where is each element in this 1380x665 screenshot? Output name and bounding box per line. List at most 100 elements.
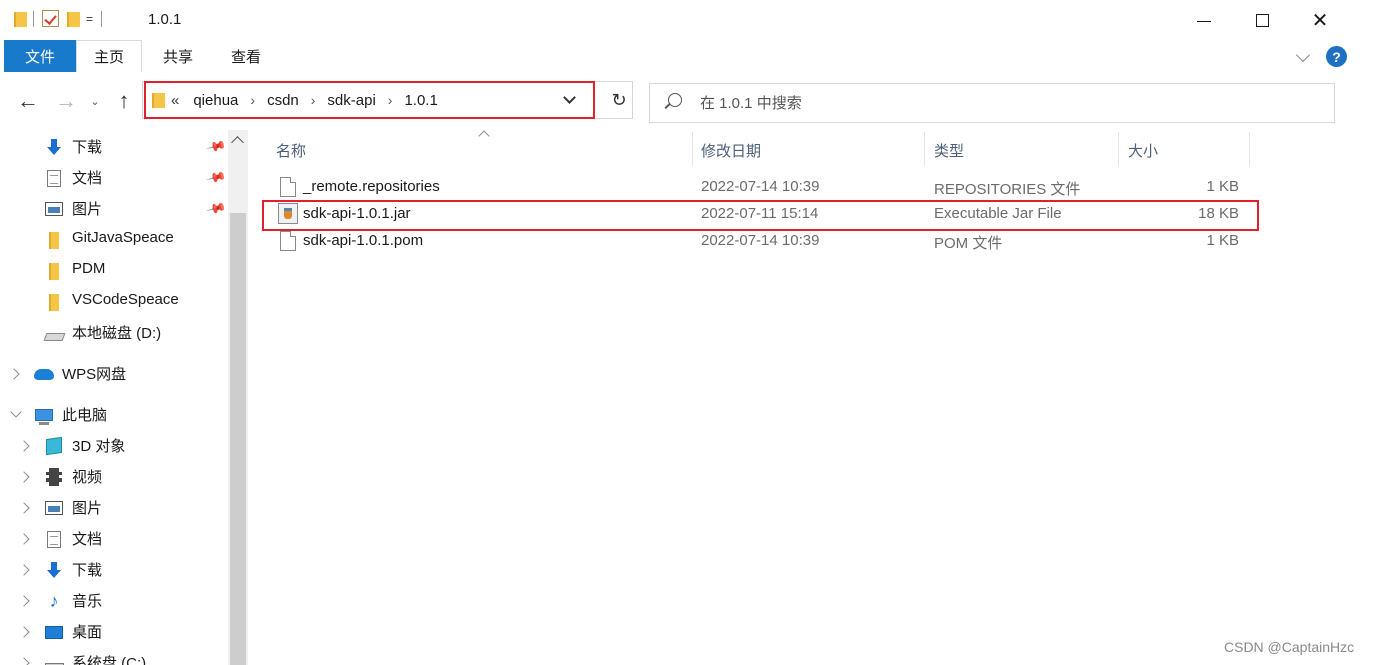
sidebar-item-pictures-pc[interactable]: 图片 bbox=[0, 492, 228, 523]
up-button[interactable]: ↑ bbox=[110, 88, 138, 113]
sidebar-item-pdm[interactable]: PDM bbox=[0, 255, 228, 286]
minimize-icon bbox=[1197, 20, 1211, 22]
sidebar-item-this-pc[interactable]: 此电脑 bbox=[0, 399, 228, 430]
column-divider[interactable] bbox=[924, 132, 925, 166]
quick-access-toolbar: = bbox=[14, 10, 103, 27]
file-modified: 2022-07-14 10:39 bbox=[701, 232, 820, 249]
sidebar-item-vscodespeace[interactable]: VSCodeSpeace bbox=[0, 286, 228, 317]
close-icon: ✕ bbox=[1311, 9, 1329, 32]
folder-icon bbox=[152, 92, 165, 108]
breadcrumb-separator-icon[interactable]: › bbox=[378, 92, 403, 108]
sidebar-item-pictures[interactable]: 图片 📌 bbox=[0, 193, 228, 224]
properties-icon[interactable] bbox=[42, 10, 59, 27]
address-bar[interactable]: « qiehua › csdn › sdk-api › 1.0.1 ↻ bbox=[142, 81, 633, 119]
scroll-up-arrow-icon[interactable] bbox=[231, 136, 244, 149]
breadcrumb-item[interactable]: 1.0.1 bbox=[402, 92, 439, 109]
file-size: 18 KB bbox=[1198, 205, 1239, 222]
refresh-button[interactable]: ↻ bbox=[605, 87, 633, 113]
file-row[interactable]: sdk-api-1.0.1.pom 2022-07-14 10:39 POM 文… bbox=[268, 228, 1258, 255]
chevron-right-icon[interactable] bbox=[18, 533, 30, 545]
pin-icon[interactable]: 📌 bbox=[205, 198, 228, 220]
sort-ascending-icon bbox=[478, 130, 490, 142]
sidebar-item-local-disk-d[interactable]: 本地磁盘 (D:) bbox=[0, 317, 228, 348]
file-type: Executable Jar File bbox=[934, 205, 1062, 222]
column-header-size[interactable]: 大小 bbox=[1128, 140, 1158, 160]
chevron-right-icon[interactable] bbox=[18, 502, 30, 514]
navigation-pane-scrollbar[interactable] bbox=[228, 130, 248, 665]
column-divider[interactable] bbox=[1118, 132, 1119, 166]
sidebar-item-videos[interactable]: 视频 bbox=[0, 461, 228, 492]
pin-icon[interactable]: 📌 bbox=[205, 136, 228, 158]
folder-icon bbox=[44, 292, 64, 312]
sidebar-item-label: 视频 bbox=[72, 469, 103, 486]
recent-locations-button[interactable]: ⌄ bbox=[86, 89, 104, 113]
column-header-modified[interactable]: 修改日期 bbox=[701, 140, 761, 160]
chevron-right-icon[interactable] bbox=[18, 440, 30, 452]
sidebar-item-wps-cloud[interactable]: WPS网盘 bbox=[0, 358, 228, 389]
file-row[interactable]: _remote.repositories 2022-07-14 10:39 RE… bbox=[268, 174, 1258, 201]
minimize-button[interactable] bbox=[1175, 0, 1233, 40]
sidebar-item-gitjavaspeace[interactable]: GitJavaSpeace bbox=[0, 224, 228, 255]
sidebar-item-music[interactable]: ♪ 音乐 bbox=[0, 585, 228, 616]
sidebar-item-label: 本地磁盘 (D:) bbox=[72, 325, 162, 342]
breadcrumb-overflow[interactable]: « bbox=[171, 92, 179, 109]
file-modified: 2022-07-14 10:39 bbox=[701, 178, 820, 195]
scrollbar-thumb[interactable] bbox=[230, 213, 246, 665]
new-folder-icon[interactable] bbox=[67, 11, 80, 27]
breadcrumb-separator-icon[interactable]: › bbox=[301, 92, 326, 108]
tab-file[interactable]: 文件 bbox=[4, 40, 76, 72]
maximize-button[interactable] bbox=[1233, 0, 1291, 40]
sidebar-item-downloads[interactable]: 下载 📌 bbox=[0, 131, 228, 162]
chevron-right-icon[interactable] bbox=[18, 471, 30, 483]
breadcrumb-item[interactable]: sdk-api bbox=[325, 92, 377, 109]
search-box[interactable] bbox=[649, 83, 1335, 123]
ribbon: 文件 主页 共享 查看 ? bbox=[0, 40, 1380, 73]
sidebar-item-system-drive-c[interactable]: 系统盘 (C:) bbox=[0, 647, 228, 665]
file-type: REPOSITORIES 文件 bbox=[934, 181, 1081, 198]
file-row[interactable]: sdk-api-1.0.1.jar 2022-07-11 15:14 Execu… bbox=[268, 201, 1258, 228]
folder-icon bbox=[44, 230, 64, 250]
close-button[interactable]: ✕ bbox=[1291, 0, 1349, 40]
file-size: 1 KB bbox=[1206, 178, 1239, 195]
column-divider[interactable] bbox=[1249, 132, 1250, 166]
navigation-pane: 下载 📌 文档 📌 图片 📌 GitJavaSpeace PDM VSCodeS… bbox=[0, 130, 248, 665]
chevron-right-icon[interactable] bbox=[18, 595, 30, 607]
forward-button[interactable]: → bbox=[52, 88, 80, 113]
sidebar-item-3d-objects[interactable]: 3D 对象 bbox=[0, 430, 228, 461]
folder-icon bbox=[44, 261, 64, 281]
tab-home[interactable]: 主页 bbox=[76, 40, 142, 72]
chevron-right-icon[interactable] bbox=[18, 564, 30, 576]
sidebar-item-label: 桌面 bbox=[72, 624, 103, 641]
column-header-name[interactable]: 名称 bbox=[276, 140, 306, 160]
breadcrumb-item[interactable]: qiehua bbox=[191, 92, 240, 109]
chevron-right-icon[interactable] bbox=[18, 626, 30, 638]
breadcrumb-item[interactable]: csdn bbox=[265, 92, 301, 109]
help-icon[interactable]: ? bbox=[1326, 46, 1347, 67]
sidebar-item-label: 图片 bbox=[72, 201, 103, 218]
tab-share[interactable]: 共享 bbox=[148, 40, 208, 72]
breadcrumb-separator-icon[interactable]: › bbox=[240, 92, 265, 108]
expand-ribbon-chevron-icon[interactable] bbox=[1295, 47, 1311, 63]
system-drive-icon bbox=[44, 653, 64, 665]
chevron-right-icon[interactable] bbox=[8, 368, 20, 380]
sidebar-item-documents[interactable]: 文档 📌 bbox=[0, 162, 228, 193]
back-button[interactable]: ← bbox=[14, 88, 42, 113]
navigation-bar: ← → ⌄ ↑ « qiehua › csdn › sdk-api › 1.0.… bbox=[0, 73, 1380, 129]
column-header-type[interactable]: 类型 bbox=[934, 140, 964, 160]
column-divider[interactable] bbox=[692, 132, 693, 166]
sidebar-item-documents-pc[interactable]: 文档 bbox=[0, 523, 228, 554]
sidebar-item-label: 图片 bbox=[72, 500, 103, 517]
address-history-chevron-down-icon[interactable] bbox=[563, 91, 576, 104]
sidebar-item-label: PDM bbox=[72, 260, 106, 277]
sidebar-item-label: 文档 bbox=[72, 531, 103, 548]
sidebar-item-desktop[interactable]: 桌面 bbox=[0, 616, 228, 647]
chevron-down-icon[interactable] bbox=[10, 406, 22, 418]
tab-view[interactable]: 查看 bbox=[216, 40, 276, 72]
sidebar-item-downloads-pc[interactable]: 下载 bbox=[0, 554, 228, 585]
customize-toolbar-dropdown[interactable]: = bbox=[86, 12, 93, 26]
file-icon bbox=[280, 231, 296, 251]
chevron-right-icon[interactable] bbox=[18, 657, 30, 665]
pin-icon[interactable]: 📌 bbox=[205, 167, 228, 189]
search-input[interactable] bbox=[700, 91, 1300, 115]
sidebar-item-label: 3D 对象 bbox=[72, 438, 126, 455]
